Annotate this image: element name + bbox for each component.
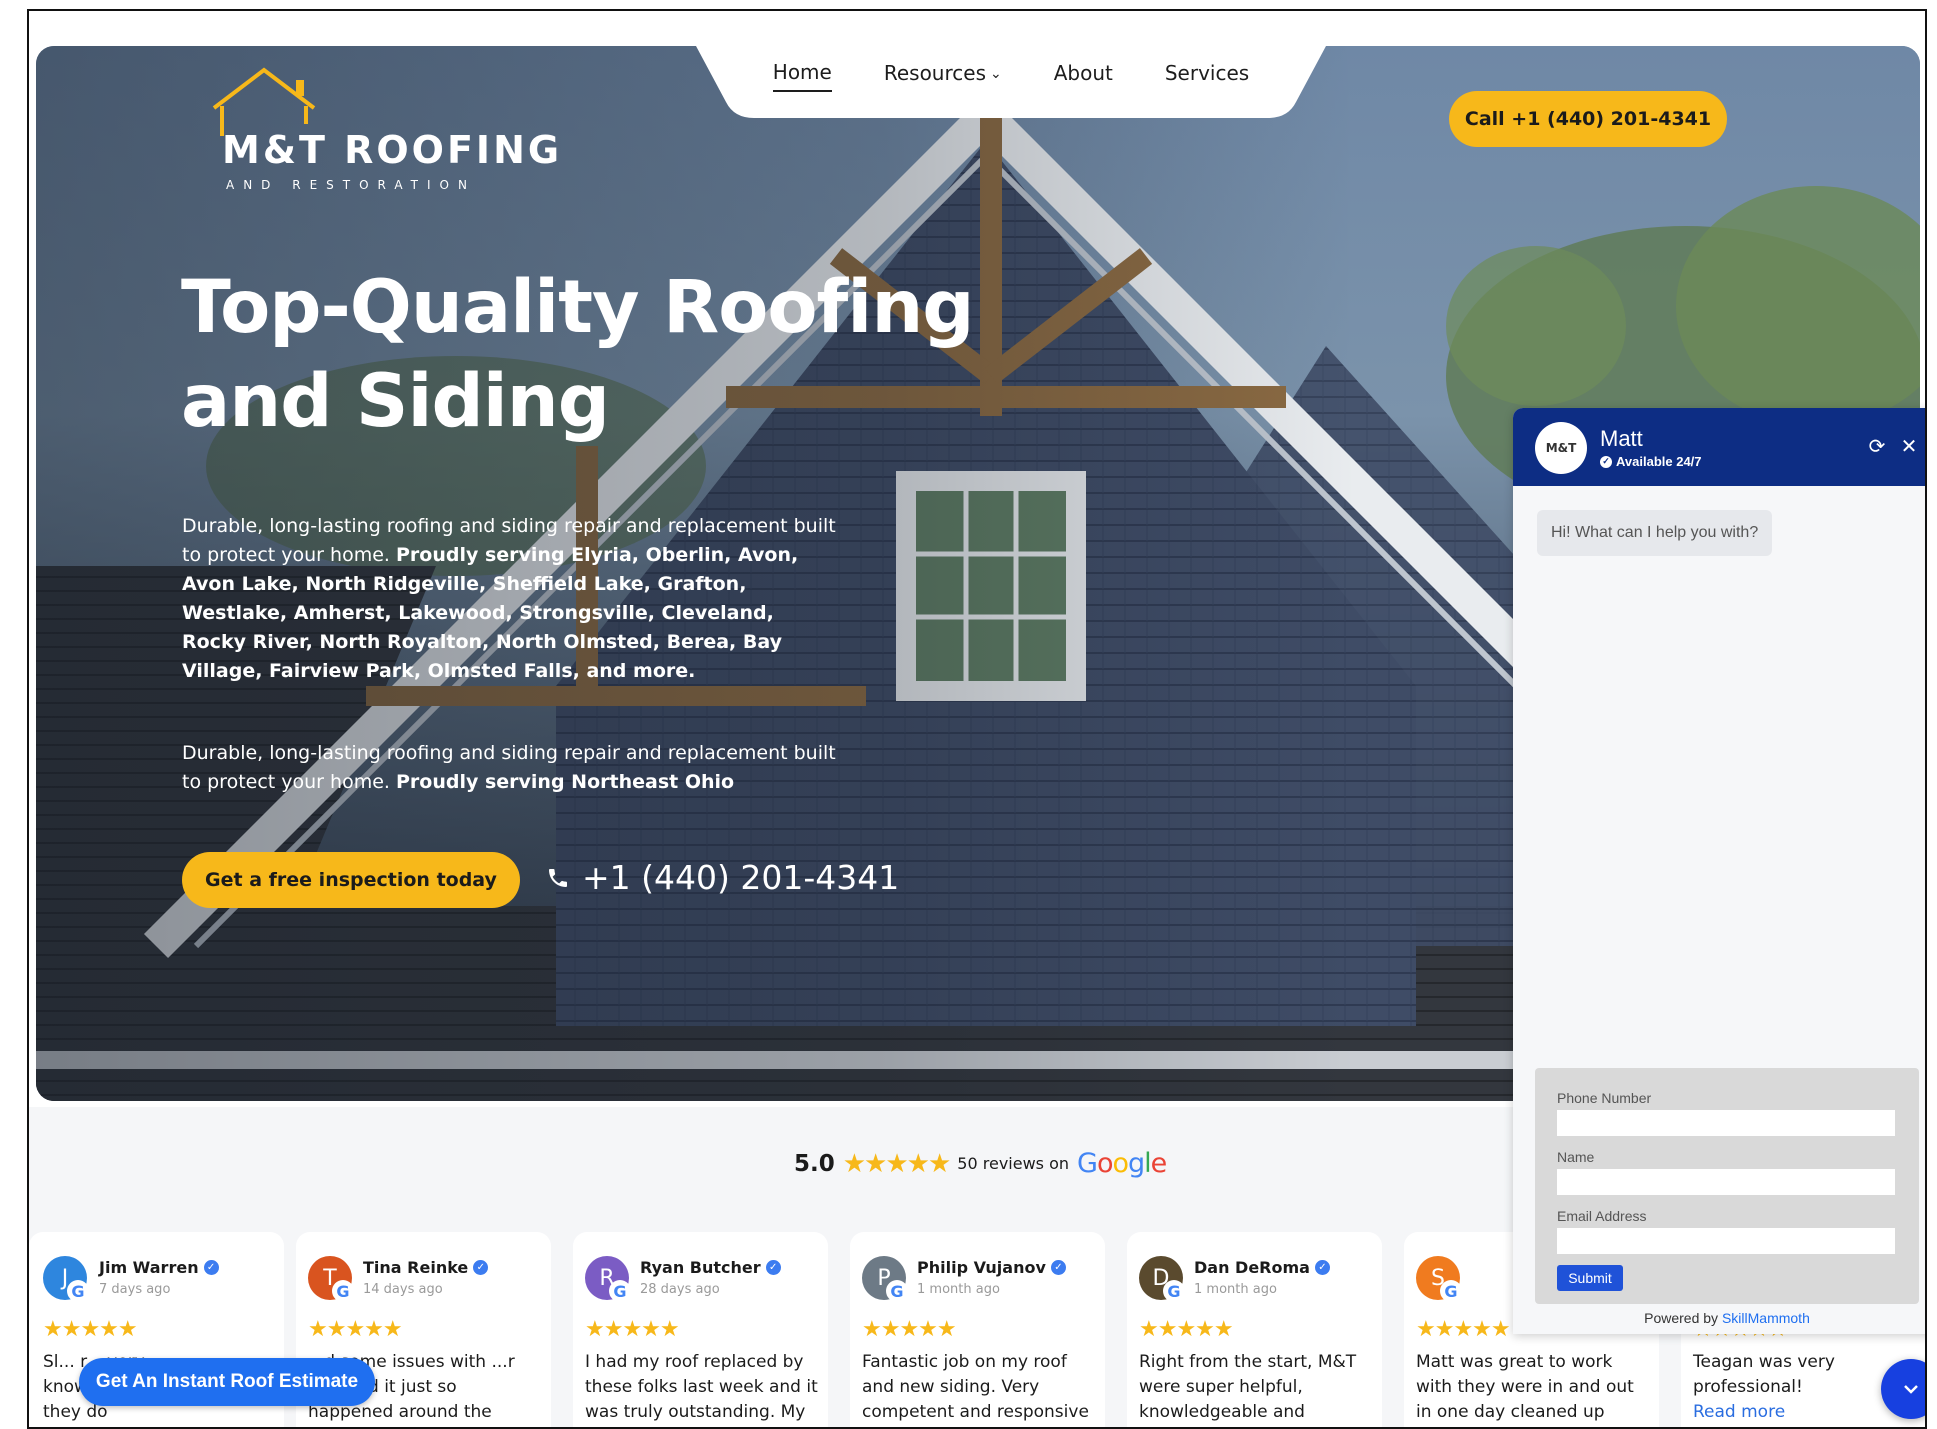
email-label: Email Address (1557, 1208, 1647, 1224)
headline-line-1: Top-Quality Roofing (181, 265, 975, 350)
phone-field[interactable] (1557, 1110, 1895, 1136)
close-icon[interactable]: ✕ (1897, 434, 1921, 458)
reviewer-name: Dan DeRoma ✓ (1194, 1258, 1330, 1277)
refresh-icon[interactable]: ⟳ (1865, 434, 1889, 458)
hero-headline: Top-Quality Roofing and Siding (181, 261, 1001, 449)
brand-subtitle: AND RESTORATION (226, 178, 476, 192)
verified-icon: ✓ (1050, 1260, 1066, 1275)
review-time: 28 days ago (640, 1282, 720, 1297)
nav-services[interactable]: Services (1165, 60, 1249, 92)
hero-phone-link[interactable]: +1 (440) 201-4341 (546, 858, 899, 897)
review-stars: ★★★★★ (43, 1316, 138, 1341)
google-badge-icon: G (1163, 1280, 1185, 1302)
page-frame: Home Resources ⌄ About Services M&T ROOF… (27, 9, 1927, 1429)
powered-by-link[interactable]: SkillMammoth (1722, 1310, 1810, 1326)
reviewer-name: Tina Reinke ✓ (363, 1258, 489, 1277)
review-stars: ★★★★★ (862, 1316, 957, 1341)
check-icon: ✓ (1600, 455, 1612, 468)
review-card: R G Ryan Butcher ✓ 28 days ago ★★★★★ I ha… (573, 1232, 828, 1427)
lead-form: Phone Number Name Email Address Submit (1535, 1068, 1919, 1304)
chevron-down-icon (1904, 1385, 1918, 1394)
chat-status: ✓ Available 24/7 (1600, 454, 1702, 469)
reviewer-name: Ryan Butcher ✓ (640, 1258, 781, 1277)
google-badge-icon: G (332, 1280, 354, 1302)
review-text: Right from the start, M&T were super hel… (1139, 1352, 1357, 1422)
review-time: 1 month ago (917, 1282, 1000, 1297)
house-logo-icon (212, 67, 316, 136)
phone-label: Phone Number (1557, 1090, 1652, 1106)
name-label: Name (1557, 1149, 1595, 1165)
email-field[interactable] (1557, 1228, 1895, 1254)
verified-icon: ✓ (765, 1260, 781, 1275)
nav-about[interactable]: About (1054, 60, 1113, 92)
rating-score: 5.0 (794, 1150, 835, 1177)
instant-estimate-button[interactable]: Get An Instant Roof Estimate (79, 1358, 375, 1406)
verified-icon: ✓ (473, 1260, 489, 1275)
review-stars: ★★★★★ (585, 1316, 680, 1341)
google-badge-icon: G (1440, 1280, 1462, 1302)
google-logo: Google (1077, 1148, 1167, 1179)
google-badge-icon: G (886, 1280, 908, 1302)
review-time: 1 month ago (1194, 1282, 1277, 1297)
review-time: 14 days ago (363, 1282, 443, 1297)
chat-widget: M&T Matt ✓ Available 24/7 ⟳ ✕ Hi! What ca… (1513, 408, 1925, 1334)
main-nav: Home Resources ⌄ About Services (696, 46, 1326, 118)
name-field[interactable] (1557, 1169, 1895, 1195)
review-text: Teagan was very professional! Read more (1693, 1352, 1835, 1422)
review-count: 50 reviews on (957, 1154, 1070, 1173)
free-inspection-button[interactable]: Get a free inspection today (182, 852, 520, 908)
desc-short-area: Proudly serving Northeast Ohio (395, 771, 735, 793)
headline-line-2: and Siding (181, 359, 610, 444)
chat-avatar: M&T (1535, 422, 1587, 474)
chat-greeting: Hi! What can I help you with? (1537, 510, 1773, 556)
chat-header: M&T Matt ✓ Available 24/7 ⟳ ✕ (1513, 408, 1925, 486)
powered-by: Powered by SkillMammoth (1644, 1310, 1810, 1326)
brand-logo[interactable]: M&T ROOFING AND RESTORATION (206, 66, 566, 196)
review-stars: ★★★★★ (1139, 1316, 1234, 1341)
submit-button[interactable]: Submit (1557, 1265, 1623, 1291)
google-badge-icon: G (67, 1280, 89, 1302)
review-text: Matt was great to work with they were in… (1416, 1352, 1634, 1422)
review-stars: ★★★★★ (1416, 1316, 1511, 1341)
google-badge-icon: G (609, 1280, 631, 1302)
brand-name: M&T ROOFING (222, 128, 563, 172)
review-text: Fantastic job on my roof and new siding.… (862, 1352, 1089, 1422)
read-more-link[interactable]: Read more (1693, 1402, 1785, 1422)
reviewer-name: Jim Warren ✓ (99, 1258, 219, 1277)
nav-resources[interactable]: Resources ⌄ (884, 60, 1002, 92)
hero-description-long: Durable, long-lasting roofing and siding… (182, 512, 842, 686)
review-text: I had my roof replaced by these folks la… (585, 1352, 818, 1422)
chevron-down-icon: ⌄ (989, 66, 1002, 82)
hero-description-short: Durable, long-lasting roofing and siding… (182, 739, 842, 797)
nav-resources-label: Resources (883, 61, 986, 85)
review-stars: ★★★★★ (308, 1316, 403, 1341)
call-button[interactable]: Call +1 (440) 201-4341 (1449, 91, 1727, 147)
hero-phone-number: +1 (440) 201-4341 (582, 858, 900, 897)
nav-home[interactable]: Home (772, 60, 832, 92)
review-card: P G Philip Vujanov ✓ 1 month ago ★★★★★ Fa… (850, 1232, 1105, 1427)
rating-stars: ★★★★★ (842, 1148, 952, 1178)
verified-icon: ✓ (1314, 1260, 1330, 1275)
review-time: 7 days ago (99, 1282, 171, 1297)
reviewer-name: Philip Vujanov ✓ (917, 1258, 1066, 1277)
phone-icon (549, 868, 567, 887)
chat-agent-name: Matt (1600, 426, 1643, 451)
rating-summary: 5.0 ★★★★★ 50 reviews on Google (794, 1148, 1167, 1179)
review-card: D G Dan DeRoma ✓ 1 month ago ★★★★★ Right … (1127, 1232, 1382, 1427)
verified-icon: ✓ (203, 1260, 219, 1275)
